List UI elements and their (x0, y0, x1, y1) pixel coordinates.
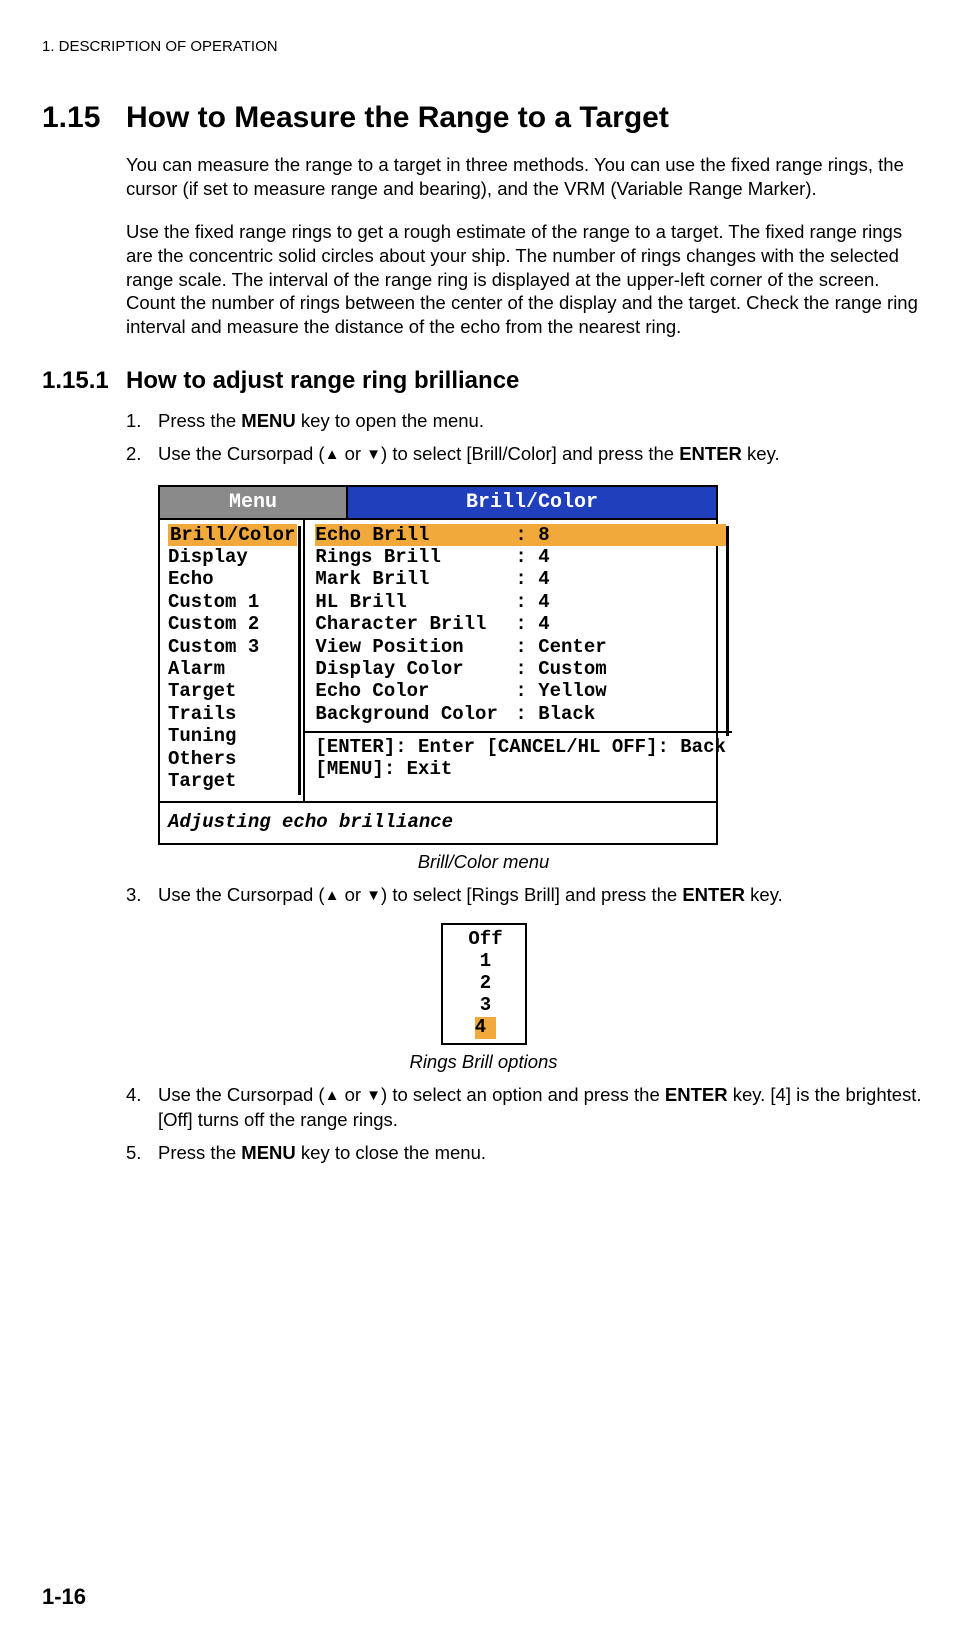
menu-screenshot: Menu Brill/Color Brill/Color Display Ech… (158, 485, 718, 845)
options-screenshot: Off 1 2 3 4 (441, 923, 527, 1044)
instruction-list: 1. Press the MENU key to open the menu. … (126, 409, 925, 467)
option-item: 3 (455, 995, 517, 1017)
list-item: 1. Press the MENU key to open the menu. (126, 409, 925, 434)
param-row: Rings Brill: 4 (315, 546, 725, 568)
instruction-list: 3. Use the Cursorpad (▲ or ▼) to select … (126, 883, 925, 908)
subsection-title: How to adjust range ring brilliance (126, 367, 519, 395)
step-number: 4. (126, 1083, 158, 1133)
menu-header: Menu Brill/Color (160, 487, 716, 518)
step-number: 5. (126, 1141, 158, 1166)
section-header: 1.15 How to Measure the Range to a Targe… (42, 101, 925, 135)
menu-item: Target Trails (168, 680, 297, 725)
menu-item: Display (168, 546, 297, 568)
param-row: Mark Brill: 4 (315, 568, 725, 590)
option-item-selected: 4 (475, 1017, 496, 1039)
subsection-header: 1.15.1 How to adjust range ring brillian… (42, 367, 925, 395)
figure-caption: Rings Brill options (42, 1051, 925, 1073)
option-item: 1 (455, 951, 517, 973)
param-row: View Position: Center (315, 636, 725, 658)
option-item: Off (455, 929, 517, 951)
key-enter: ENTER (665, 1084, 728, 1105)
figure-caption: Brill/Color menu (42, 851, 925, 873)
menu-header-right: Brill/Color (348, 487, 716, 518)
list-item: 4. Use the Cursorpad (▲ or ▼) to select … (126, 1083, 925, 1133)
key-enter: ENTER (679, 443, 742, 464)
instruction-list: 4. Use the Cursorpad (▲ or ▼) to select … (126, 1083, 925, 1166)
step-text: Use the Cursorpad (▲ or ▼) to select an … (158, 1083, 925, 1133)
menu-footer: Adjusting echo brilliance (160, 801, 716, 843)
down-triangle-icon: ▼ (366, 1087, 381, 1104)
menu-body: Brill/Color Display Echo Custom 1 Custom… (160, 518, 716, 801)
step-text: Use the Cursorpad (▲ or ▼) to select [Ri… (158, 883, 925, 908)
breadcrumb: 1. DESCRIPTION OF OPERATION (42, 38, 925, 55)
menu-header-left: Menu (160, 487, 348, 518)
list-item: 5. Press the MENU key to close the menu. (126, 1141, 925, 1166)
param-row: HL Brill: 4 (315, 591, 725, 613)
down-triangle-icon: ▼ (366, 887, 381, 904)
list-item: 3. Use the Cursorpad (▲ or ▼) to select … (126, 883, 925, 908)
param-row: Background Color: Black (315, 703, 725, 725)
step-text: Press the MENU key to open the menu. (158, 409, 925, 434)
down-triangle-icon: ▼ (366, 446, 381, 463)
menu-item: Target (168, 770, 297, 792)
menu-item: Custom 1 (168, 591, 297, 613)
menu-item: Echo (168, 568, 297, 590)
menu-item: Tuning (168, 725, 297, 747)
step-text: Use the Cursorpad (▲ or ▼) to select [Br… (158, 442, 925, 467)
scrollbar-icon (298, 526, 301, 795)
step-number: 1. (126, 409, 158, 434)
section-paragraph: You can measure the range to a target in… (126, 153, 925, 200)
option-item: 2 (455, 973, 517, 995)
menu-item: Custom 2 (168, 613, 297, 635)
menu-params: Echo Brill: 8 Rings Brill: 4 Mark Brill:… (305, 520, 731, 732)
subsection-number: 1.15.1 (42, 367, 126, 395)
section-paragraph: Use the fixed range rings to get a rough… (126, 220, 925, 338)
step-number: 3. (126, 883, 158, 908)
param-row: Character Brill: 4 (315, 613, 725, 635)
up-triangle-icon: ▲ (325, 446, 340, 463)
menu-right-column: Echo Brill: 8 Rings Brill: 4 Mark Brill:… (305, 520, 731, 801)
key-enter: ENTER (682, 884, 745, 905)
scrollbar-icon (726, 526, 729, 736)
menu-item-selected: Brill/Color (168, 524, 297, 546)
param-row-selected: Echo Brill: 8 (315, 524, 725, 546)
section-title: How to Measure the Range to a Target (126, 101, 669, 135)
menu-item: Others (168, 748, 297, 770)
menu-hints: [ENTER]: Enter [CANCEL/HL OFF]: Back [ME… (305, 731, 731, 787)
page-number: 1-16 (42, 1584, 86, 1610)
menu-item: Alarm (168, 658, 297, 680)
list-item: 2. Use the Cursorpad (▲ or ▼) to select … (126, 442, 925, 467)
up-triangle-icon: ▲ (325, 1087, 340, 1104)
key-menu: MENU (241, 1142, 295, 1163)
param-row: Echo Color: Yellow (315, 680, 725, 702)
param-row: Display Color: Custom (315, 658, 725, 680)
up-triangle-icon: ▲ (325, 887, 340, 904)
menu-left-column: Brill/Color Display Echo Custom 1 Custom… (160, 520, 305, 801)
menu-item: Custom 3 (168, 636, 297, 658)
section-number: 1.15 (42, 101, 126, 135)
step-text: Press the MENU key to close the menu. (158, 1141, 925, 1166)
step-number: 2. (126, 442, 158, 467)
key-menu: MENU (241, 410, 295, 431)
